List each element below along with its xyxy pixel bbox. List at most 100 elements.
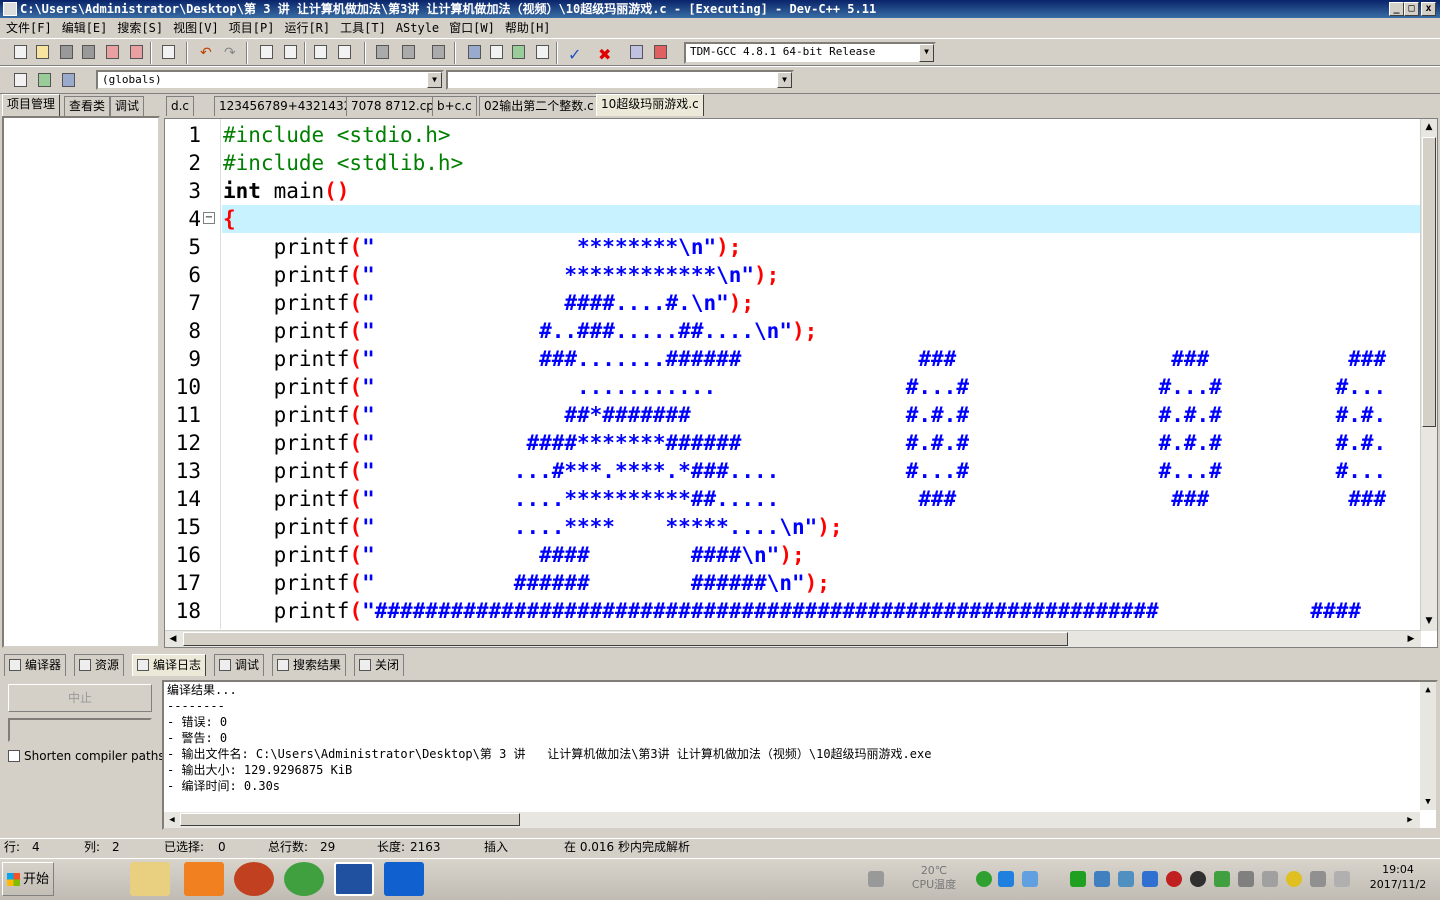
tray-settings-icon[interactable] — [1118, 871, 1134, 887]
cpu-temp-widget[interactable]: 20℃ CPU温度 — [906, 864, 962, 894]
menu-edit[interactable]: 编辑[E] — [56, 18, 112, 38]
keyboard-icon[interactable] — [868, 871, 884, 887]
scroll-left-icon[interactable]: ◀ — [164, 812, 180, 828]
scroll-down-icon[interactable]: ▼ — [1421, 613, 1437, 629]
scroll-up-icon[interactable]: ▲ — [1421, 119, 1437, 135]
start-button[interactable]: 开始 — [2, 862, 54, 896]
minimize-button[interactable]: _ — [1389, 2, 1404, 16]
tab-project-manager[interactable]: 项目管理 — [2, 94, 61, 116]
undo-icon[interactable]: ↶ — [196, 42, 216, 62]
menu-file[interactable]: 文件[F] — [0, 18, 56, 38]
tray-users-icon[interactable] — [1238, 871, 1254, 887]
close-file-icon[interactable] — [102, 42, 122, 62]
editor-horizontal-scrollbar[interactable]: ◀ ▶ — [165, 630, 1421, 647]
chevron-down-icon[interactable]: ▼ — [919, 44, 934, 62]
tray-volume-icon[interactable] — [1262, 871, 1278, 887]
bookmark-next-icon[interactable] — [398, 42, 418, 62]
chart-icon[interactable] — [626, 42, 646, 62]
scroll-thumb[interactable] — [180, 813, 520, 826]
menu-help[interactable]: 帮助[H] — [499, 18, 555, 38]
close-button[interactable]: x — [1421, 2, 1436, 16]
compile-log[interactable]: 编译结果... -------- - 错误: 0 - 警告: 0 - 输出文件名… — [162, 680, 1438, 830]
taskbar-clock[interactable]: 19:04 2017/11/2 — [1358, 862, 1438, 896]
menu-search[interactable]: 搜索[S] — [111, 18, 167, 38]
window-title-bar[interactable]: C:\Users\Administrator\Desktop\第 3 讲 让计算… — [0, 0, 1440, 18]
tray-qq-icon[interactable] — [1190, 871, 1206, 887]
project-tree[interactable] — [2, 116, 160, 648]
file-tab-b-plus-c[interactable]: b+c.c — [432, 96, 477, 116]
compile-icon[interactable] — [464, 42, 484, 62]
scroll-thumb[interactable] — [183, 632, 1068, 646]
save-all-icon[interactable] — [78, 42, 98, 62]
replace-icon[interactable] — [280, 42, 300, 62]
tab-resources[interactable]: 资源 — [74, 654, 125, 676]
wps-icon[interactable] — [184, 862, 224, 896]
tray-speaker-icon[interactable] — [1334, 871, 1350, 887]
scroll-left-icon[interactable]: ◀ — [165, 631, 181, 647]
bookmark-prev-icon[interactable] — [372, 42, 392, 62]
scroll-thumb[interactable] — [1422, 137, 1436, 427]
indent-icon[interactable] — [334, 42, 354, 62]
tab-class-browser[interactable]: 查看类 — [64, 96, 111, 116]
file-tab-d-c[interactable]: d.c — [166, 96, 195, 116]
fold-toggle-icon[interactable]: − — [203, 212, 215, 224]
tray-check-icon[interactable] — [1214, 871, 1230, 887]
scroll-right-icon[interactable]: ▶ — [1402, 812, 1418, 828]
compiler-select[interactable]: TDM-GCC 4.8.1 64-bit Release ▼ — [684, 42, 936, 64]
screen-recorder-icon[interactable] — [234, 862, 274, 896]
tab-compile-log[interactable]: 编译日志 — [132, 654, 207, 676]
log-horizontal-scrollbar[interactable]: ◀ ▶ — [164, 812, 1420, 828]
chevron-down-icon[interactable]: ▼ — [427, 72, 442, 88]
menu-view[interactable]: 视图[V] — [167, 18, 223, 38]
chevron-down-icon[interactable]: ▼ — [777, 72, 792, 88]
tray-yellow-icon[interactable] — [1286, 871, 1302, 887]
open-file-icon[interactable] — [32, 42, 52, 62]
tray-network-speed-icon[interactable] — [1070, 871, 1086, 887]
stop-execution-icon[interactable]: ✖ — [594, 42, 614, 64]
tray-tool-icon[interactable] — [1094, 871, 1110, 887]
compile-run-icon[interactable] — [508, 42, 528, 62]
tab-close[interactable]: 关闭 — [354, 654, 405, 676]
tab-debug[interactable]: 调试 — [110, 96, 145, 116]
menu-astyle[interactable]: AStyle — [390, 18, 443, 38]
browser-360-icon[interactable] — [284, 862, 324, 896]
menu-tools[interactable]: 工具[T] — [334, 18, 390, 38]
tray-box-icon[interactable] — [1022, 871, 1038, 887]
tab-search-results[interactable]: 搜索结果 — [272, 654, 347, 676]
tray-network-icon[interactable] — [1310, 871, 1326, 887]
editor-vertical-scrollbar[interactable]: ▲ ▼ — [1420, 119, 1437, 631]
log-vertical-scrollbar[interactable]: ▲ ▼ — [1420, 682, 1436, 810]
run-icon[interactable] — [486, 42, 506, 62]
scroll-right-icon[interactable]: ▶ — [1403, 631, 1419, 647]
menu-run[interactable]: 运行[R] — [278, 18, 334, 38]
find-icon[interactable] — [256, 42, 276, 62]
code-editor[interactable]: 1 2 3 4 5 6 7 8 9 10 11 12 13 14 15 16 17 18 − #include <… — [164, 118, 1438, 648]
goto-line-icon[interactable] — [310, 42, 330, 62]
close-all-icon[interactable] — [126, 42, 146, 62]
redo-icon[interactable]: ↷ — [220, 42, 240, 62]
function-select[interactable]: ▼ — [446, 70, 794, 90]
devcpp-taskbar-icon[interactable] — [334, 862, 374, 896]
shorten-paths-checkbox[interactable] — [8, 750, 20, 762]
debug-icon[interactable] — [650, 42, 670, 62]
scroll-up-icon[interactable]: ▲ — [1420, 682, 1436, 698]
shorten-paths-option[interactable]: Shorten compiler paths — [8, 748, 165, 764]
print-icon[interactable] — [158, 42, 178, 62]
abort-button[interactable]: 中止 — [8, 684, 152, 712]
menu-window[interactable]: 窗口[W] — [443, 18, 499, 38]
syntax-check-icon[interactable]: ✓ — [564, 42, 584, 64]
explorer-icon[interactable] — [130, 862, 170, 896]
save-icon[interactable] — [56, 42, 76, 62]
tray-red-icon[interactable] — [1166, 871, 1182, 887]
tray-360-icon[interactable] — [976, 871, 992, 887]
insert-icon[interactable] — [10, 70, 30, 90]
ie-icon[interactable] — [384, 862, 424, 896]
tab-compiler[interactable]: 编译器 — [4, 654, 67, 676]
tray-shield-icon[interactable] — [998, 871, 1014, 887]
maximize-button[interactable]: □ — [1404, 2, 1419, 16]
tray-app-icon[interactable] — [1142, 871, 1158, 887]
tab-debug-bottom[interactable]: 调试 — [214, 654, 265, 676]
menu-project[interactable]: 项目[P] — [223, 18, 279, 38]
goto-icon[interactable] — [34, 70, 54, 90]
new-file-icon[interactable] — [10, 42, 30, 62]
